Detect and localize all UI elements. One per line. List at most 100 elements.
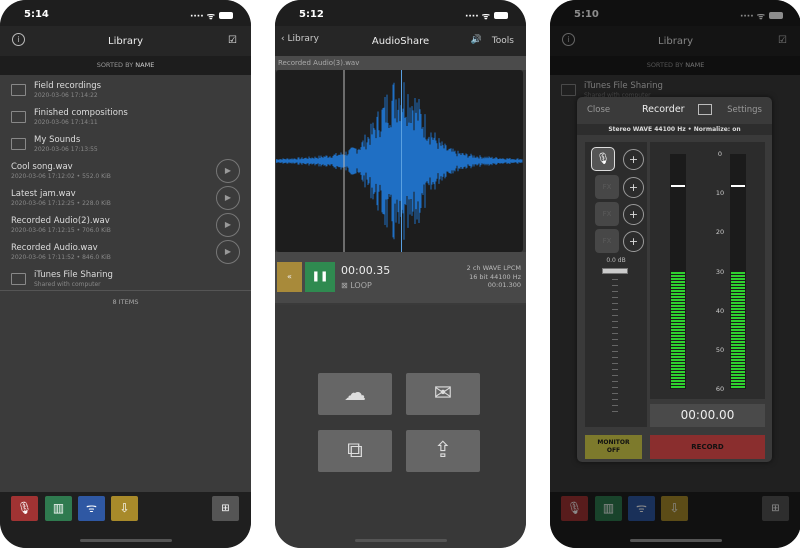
import-icon[interactable]: ⇩ [111, 496, 138, 521]
file-meta: 2020-03-06 17:12:02 • 552.0 KiB [11, 173, 111, 180]
recorder-title: Recorder [642, 104, 685, 115]
file-row[interactable]: Cool song.wav 2020-03-06 17:12:02 • 552.0… [0, 158, 251, 185]
folder-date: 2020-03-06 17:13:55 [34, 146, 98, 153]
peak-marker [671, 185, 685, 188]
folder-date: 2020-03-06 17:14:11 [34, 119, 98, 126]
file-meta: 2020-03-06 17:12:25 • 228.0 KiB [11, 200, 111, 207]
scale-label: 50 [715, 345, 725, 354]
itunes-row[interactable]: iTunes File Sharing Shared with computer [0, 266, 251, 293]
status-bar: 5:14 ···· ᯤ [0, 0, 251, 26]
folder-icon [11, 138, 26, 150]
sort-bar[interactable]: SORTED BY NAME [0, 56, 251, 75]
copy-icon[interactable]: ⧉ [318, 430, 392, 472]
folder-icon [11, 111, 26, 123]
itunes-sub: Shared with computer [34, 281, 101, 288]
folder-icon[interactable] [698, 104, 712, 115]
loop-toggle[interactable]: ⊠ LOOP [341, 281, 372, 290]
gain-label: 0.0 dB [606, 257, 626, 264]
play-icon[interactable]: ▶ [216, 186, 240, 210]
itunes-name: iTunes File Sharing [34, 270, 113, 280]
home-indicator [630, 539, 722, 542]
folder-row[interactable]: Finished compositions 2020-03-06 17:14:11 [0, 104, 251, 131]
slider-handle[interactable] [602, 268, 628, 274]
record-button[interactable]: RECORD [650, 435, 765, 459]
fx-slot[interactable]: FX [595, 202, 619, 226]
scale-label: 60 [715, 385, 725, 393]
scale-label: 40 [715, 306, 725, 315]
file-meta: 2020-03-06 17:11:52 • 846.0 KiB [11, 254, 111, 261]
speaker-icon[interactable]: 🔊 [471, 35, 482, 45]
cloud-icon[interactable]: ☁ [318, 373, 392, 415]
computer-icon [11, 273, 26, 285]
transport-bar: « ❚❚ 00:00.35 ⊠ LOOP 2 ch WAVE LPCM 16 bi… [275, 252, 526, 303]
folder-name: Field recordings [34, 81, 102, 91]
input-strip: 🎙 + FX + FX + FX + 0.0 dB [585, 142, 647, 427]
wifi-icon[interactable]: ᯤ [78, 496, 105, 521]
close-button[interactable]: Close [587, 105, 610, 115]
item-count: 8 ITEMS [112, 298, 139, 306]
play-icon[interactable]: ▶ [216, 240, 240, 264]
filename-label: Recorded Audio(3).wav [275, 56, 526, 70]
folder-name: My Sounds [34, 135, 81, 145]
record-time: 00:00.00 [650, 404, 765, 427]
fx-slot[interactable]: FX [595, 229, 619, 253]
home-indicator [80, 539, 172, 542]
add-fx-button[interactable]: + [623, 149, 644, 170]
new-folder-icon[interactable]: ⊞ [212, 496, 239, 521]
monitor-button[interactable]: MONITOR OFF [585, 435, 642, 459]
folder-date: 2020-03-06 17:14:22 [34, 92, 98, 99]
folder-name: Finished compositions [34, 108, 128, 118]
add-fx-button[interactable]: + [623, 204, 644, 225]
add-fx-button[interactable]: + [623, 177, 644, 198]
play-icon[interactable]: ▶ [216, 159, 240, 183]
file-name: Cool song.wav [11, 162, 73, 172]
status-icons: ···· ᯤ [190, 9, 233, 22]
file-name: Recorded Audio(2).wav [11, 216, 110, 226]
checkbox-icon[interactable]: ☑ [228, 35, 237, 46]
mail-icon[interactable]: ✉ [406, 373, 480, 415]
add-fx-button[interactable]: + [623, 231, 644, 252]
waveform-view[interactable] [276, 70, 523, 252]
peak-marker [731, 185, 745, 188]
bottom-toolbar: 🎙 ▥ ᯤ ⇩ ⊞ [0, 492, 251, 548]
scale-label: 10 [715, 189, 725, 198]
tools-button[interactable]: Tools [492, 36, 514, 46]
folder-row[interactable]: Field recordings 2020-03-06 17:14:22 [0, 77, 251, 104]
play-icon[interactable]: ▶ [216, 213, 240, 237]
file-row[interactable]: Latest jam.wav 2020-03-06 17:12:25 • 228.… [0, 185, 251, 212]
folder-icon [11, 84, 26, 96]
recorder-panel: Close Recorder Settings Stereo WAVE 4410… [577, 97, 772, 462]
file-row[interactable]: Recorded Audio(2).wav 2020-03-06 17:12:15… [0, 212, 251, 239]
format-info: 2 ch WAVE LPCM 16 bit 44100 Hz 00:01.300 [466, 264, 521, 289]
folder-row[interactable]: My Sounds 2020-03-06 17:13:55 [0, 131, 251, 158]
fx-slot[interactable]: FX [595, 175, 619, 199]
share-icon[interactable]: ⇪ [406, 430, 480, 472]
recorder-screen: 5:10 ···· ᯤ i Library ☑ SORTED BY NAME iTun… [550, 0, 800, 548]
page-title: AudioShare [371, 36, 430, 47]
file-row[interactable]: Recorded Audio.wav 2020-03-06 17:11:52 • … [0, 239, 251, 266]
nav-bar: i Library ☑ [0, 26, 251, 56]
file-name: Latest jam.wav [11, 189, 76, 199]
microphone-icon[interactable]: 🎙 [11, 496, 38, 521]
scale-label: 30 [715, 267, 725, 276]
home-indicator [355, 539, 447, 542]
level-meters: 0 10 20 30 40 50 60 [650, 142, 765, 399]
library-screen: 5:14 ···· ᯤ i Library ☑ SORTED BY NAME Fi… [0, 0, 251, 548]
settings-button[interactable]: Settings [727, 105, 762, 115]
divider [0, 290, 251, 291]
pause-button[interactable]: ❚❚ [305, 262, 335, 292]
microphone-icon[interactable]: 🎙 [591, 147, 615, 171]
rewind-button[interactable]: « [277, 262, 302, 292]
left-meter [670, 154, 686, 389]
audio-file-icon[interactable]: ▥ [45, 496, 72, 521]
scale-label: 0 [717, 150, 723, 158]
page-title: Library [108, 36, 143, 47]
status-bar: 5:12 ···· ᯤ [275, 0, 526, 26]
clock: 5:14 [24, 9, 49, 20]
waveform [276, 82, 523, 240]
file-meta: 2020-03-06 17:12:15 • 706.0 KiB [11, 227, 111, 234]
player-screen: 5:12 ···· ᯤ ‹ Library AudioShare 🔊 Tools … [275, 0, 526, 548]
nav-bar: ‹ Library AudioShare 🔊 Tools [275, 26, 526, 56]
gain-slider[interactable] [599, 268, 631, 416]
recorder-header: Close Recorder Settings [577, 97, 772, 124]
